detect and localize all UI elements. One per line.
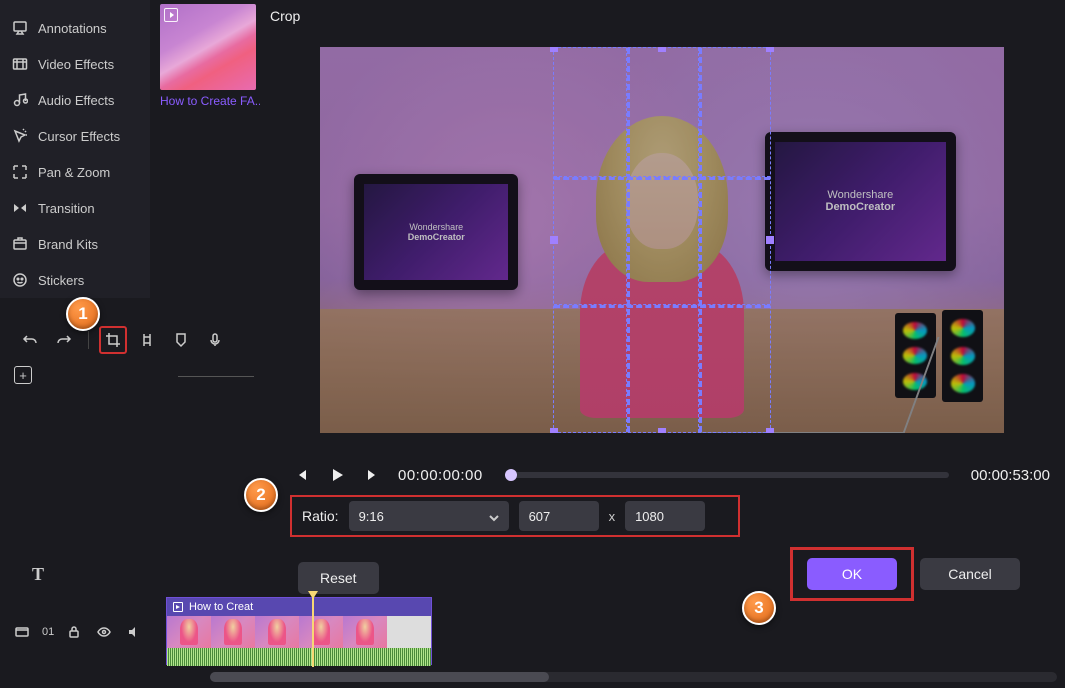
annotations-icon [12, 20, 28, 36]
media-thumbnail[interactable] [160, 4, 256, 90]
clip-header: How to Creat [167, 598, 431, 616]
media-thumbnail-label: How to Create FA... [160, 94, 260, 108]
stickers-icon [12, 272, 28, 288]
track-visibility-button[interactable] [94, 622, 114, 642]
sidebar-item-label: Audio Effects [38, 93, 114, 108]
sidebar-item-video-effects[interactable]: Video Effects [0, 46, 150, 82]
current-timecode: 00:00:00:00 [398, 467, 483, 484]
timeline-clip[interactable]: How to Creat [166, 597, 432, 665]
timeline-ruler[interactable] [178, 376, 254, 384]
annotation-badge-3: 3 [742, 591, 776, 625]
sidebar-item-transition[interactable]: Transition [0, 190, 150, 226]
text-tool-button[interactable]: T [26, 562, 50, 586]
sidebar-item-label: Video Effects [38, 57, 114, 72]
progress-handle[interactable] [505, 469, 517, 481]
effects-sidebar: Annotations Video Effects Audio Effects … [0, 0, 150, 298]
pan-zoom-icon [12, 164, 28, 180]
crop-ratio-row: Ratio: 9:16 607 x 1080 [290, 495, 740, 537]
sidebar-item-label: Transition [38, 201, 95, 216]
annotation-badge-2: 2 [244, 478, 278, 512]
sidebar-item-stickers[interactable]: Stickers [0, 262, 150, 298]
redo-button[interactable] [50, 326, 78, 354]
crop-handle-sw[interactable] [550, 428, 558, 433]
split-button[interactable] [133, 326, 161, 354]
next-frame-button[interactable] [362, 464, 384, 486]
crop-width-input[interactable]: 607 [519, 501, 599, 531]
sidebar-item-cursor-effects[interactable]: Cursor Effects [0, 118, 150, 154]
sidebar-item-label: Pan & Zoom [38, 165, 110, 180]
ok-highlight: OK [790, 547, 914, 601]
timeline-playhead[interactable] [312, 597, 314, 667]
crop-handle-ne[interactable] [766, 47, 774, 52]
play-overlay-icon [164, 8, 178, 22]
sidebar-item-brand-kits[interactable]: Brand Kits [0, 226, 150, 262]
play-button[interactable] [326, 464, 348, 486]
voiceover-button[interactable] [201, 326, 229, 354]
annotation-badge-1: 1 [66, 297, 100, 331]
track-mute-button[interactable] [124, 622, 144, 642]
ratio-select[interactable]: 9:16 [349, 501, 509, 531]
brand-kits-icon [12, 236, 28, 252]
sidebar-item-label: Stickers [38, 273, 84, 288]
clip-audio-waveform [167, 648, 431, 666]
prev-frame-button[interactable] [290, 464, 312, 486]
sidebar-item-audio-effects[interactable]: Audio Effects [0, 82, 150, 118]
transition-icon [12, 200, 28, 216]
crop-handle-s[interactable] [658, 428, 666, 433]
ok-button[interactable]: OK [807, 558, 897, 590]
track-type-icon [12, 622, 32, 642]
dimension-separator: x [609, 509, 616, 524]
timeline-toolbar [8, 320, 256, 360]
marker-button[interactable] [167, 326, 195, 354]
cancel-button[interactable]: Cancel [920, 558, 1020, 590]
crop-tool-button[interactable] [99, 326, 127, 354]
add-track-button[interactable]: + [14, 366, 32, 384]
sidebar-item-label: Annotations [38, 21, 107, 36]
crop-handle-e[interactable] [766, 236, 774, 244]
crop-selection[interactable] [553, 47, 772, 433]
crop-handle-se[interactable] [766, 428, 774, 433]
crop-height-input[interactable]: 1080 [625, 501, 705, 531]
chevron-down-icon [489, 511, 499, 521]
clip-title: How to Creat [189, 601, 253, 613]
audio-effects-icon [12, 92, 28, 108]
crop-handle-n[interactable] [658, 47, 666, 52]
track-controls: 01 [12, 622, 144, 642]
sidebar-item-pan-zoom[interactable]: Pan & Zoom [0, 154, 150, 190]
tracks-panel: + T [8, 362, 256, 602]
cursor-effects-icon [12, 128, 28, 144]
crop-handle-w[interactable] [550, 236, 558, 244]
video-effects-icon [12, 56, 28, 72]
crop-preview[interactable]: WondershareDemoCreator WondershareDemoCr… [320, 47, 1004, 433]
undo-button[interactable] [16, 326, 44, 354]
track-lock-button[interactable] [64, 622, 84, 642]
progress-bar[interactable] [505, 472, 949, 478]
ratio-value: 9:16 [359, 509, 384, 524]
ratio-label: Ratio: [302, 508, 339, 524]
sidebar-item-label: Cursor Effects [38, 129, 120, 144]
track-number: 01 [42, 626, 54, 638]
panel-title: Crop [270, 8, 300, 24]
clip-frames [167, 616, 431, 648]
toolbar-separator [88, 331, 89, 349]
reset-button[interactable]: Reset [298, 562, 379, 594]
duration-timecode: 00:00:53:00 [971, 467, 1050, 484]
scrollbar-thumb[interactable] [210, 672, 549, 682]
clip-play-icon [173, 602, 183, 612]
preview-image: WondershareDemoCreator WondershareDemoCr… [320, 47, 1004, 433]
media-panel: How to Create FA... [160, 4, 260, 108]
playback-controls: 00:00:00:00 00:00:53:00 [290, 455, 1050, 495]
sidebar-item-label: Brand Kits [38, 237, 98, 252]
crop-handle-nw[interactable] [550, 47, 558, 52]
timeline-scrollbar[interactable] [210, 672, 1057, 682]
sidebar-item-annotations[interactable]: Annotations [0, 10, 150, 46]
